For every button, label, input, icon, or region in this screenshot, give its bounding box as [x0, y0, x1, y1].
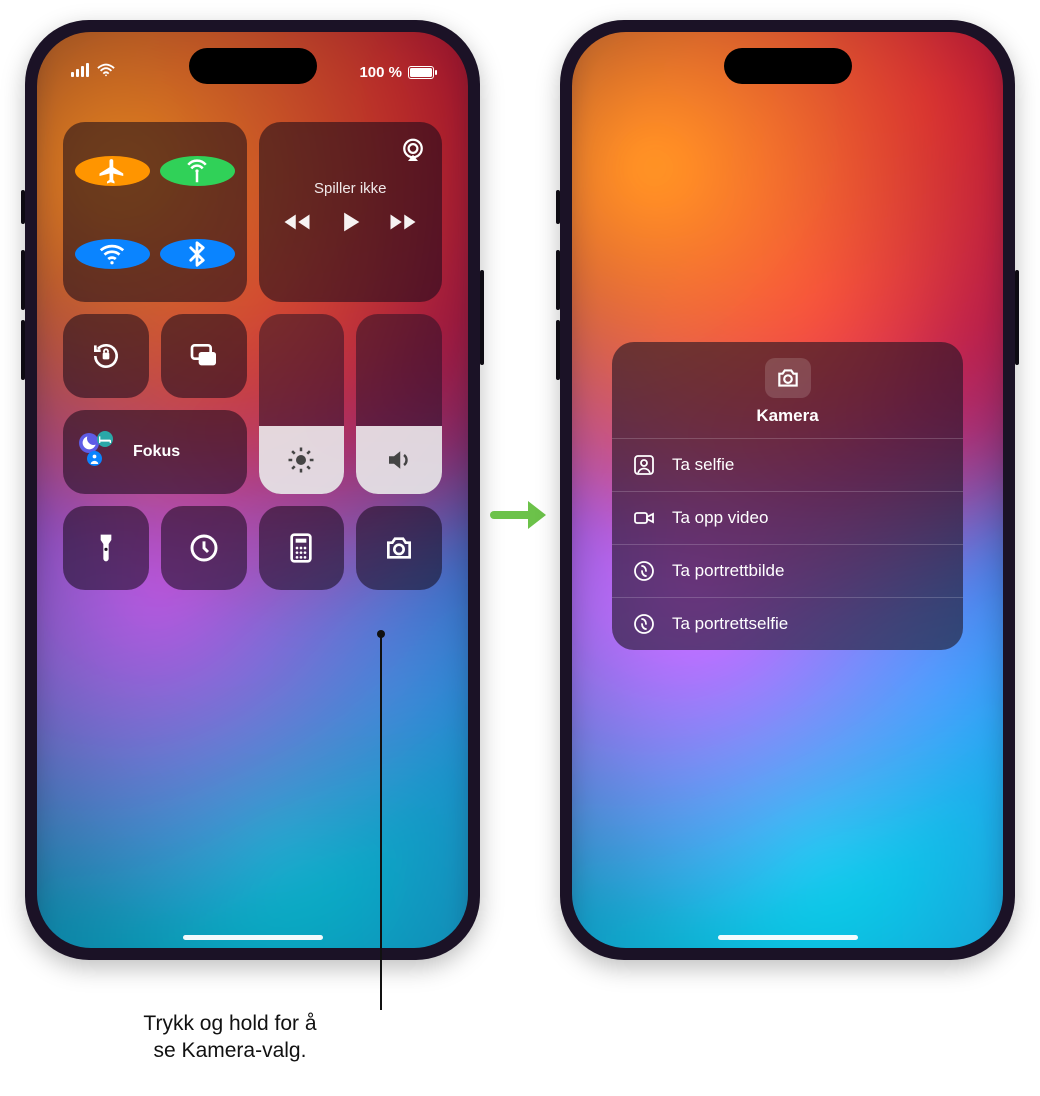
camera-menu-item-selfie[interactable]: Ta selfie — [612, 438, 963, 491]
camera-menu-title: Kamera — [756, 406, 818, 426]
brightness-slider[interactable] — [259, 314, 345, 494]
phone-side-button — [480, 270, 484, 365]
bluetooth-toggle[interactable] — [160, 239, 235, 269]
airplay-icon[interactable] — [398, 136, 428, 170]
aperture-icon — [632, 612, 656, 636]
camera-menu-item-portrait[interactable]: Ta portrettbilde — [612, 544, 963, 597]
cellular-signal-icon — [71, 63, 91, 81]
video-camera-icon — [632, 506, 656, 530]
connectivity-cluster — [63, 122, 247, 302]
volume-icon — [384, 445, 414, 475]
airplane-mode-toggle[interactable] — [75, 156, 150, 186]
volume-fill — [356, 426, 442, 494]
phone-side-button — [556, 250, 560, 310]
now-playing-tile[interactable]: Spiller ikke — [259, 122, 443, 302]
flashlight-button[interactable] — [63, 506, 149, 590]
transition-arrow — [490, 495, 550, 535]
focus-icons-cluster — [79, 431, 121, 473]
menu-item-label: Ta portrettbilde — [672, 561, 784, 581]
bluetooth-icon — [182, 239, 212, 269]
battery-icon — [408, 66, 434, 79]
phone-side-button — [21, 190, 25, 224]
wifi-status-icon — [97, 63, 115, 81]
calculator-button[interactable] — [259, 506, 345, 590]
camera-menu-item-portrait-selfie[interactable]: Ta portrettselfie — [612, 597, 963, 650]
callout-leader-line — [380, 634, 382, 1010]
rotation-lock-toggle[interactable] — [63, 314, 149, 398]
cellular-antenna-icon — [182, 156, 212, 186]
now-playing-label: Spiller ikke — [314, 180, 387, 197]
rotation-lock-icon — [90, 340, 122, 372]
camera-button[interactable] — [356, 506, 442, 590]
airplane-icon — [97, 156, 127, 186]
person-square-icon — [632, 453, 656, 477]
timer-button[interactable] — [161, 506, 247, 590]
play-button[interactable] — [336, 208, 364, 240]
wifi-toggle[interactable] — [75, 239, 150, 269]
media-controls — [282, 207, 418, 241]
phone-side-button — [1015, 270, 1019, 365]
phone-side-button — [556, 190, 560, 224]
screen-mirroring-icon — [188, 340, 220, 372]
person-icon — [87, 451, 102, 466]
menu-item-label: Ta portrettselfie — [672, 614, 788, 634]
iphone-mock-left: 100 % — [25, 20, 480, 960]
cellular-data-toggle[interactable] — [160, 156, 235, 186]
menu-item-label: Ta selfie — [672, 455, 734, 475]
phone-side-button — [556, 320, 560, 380]
focus-button[interactable]: Fokus — [63, 410, 247, 494]
menu-item-label: Ta opp video — [672, 508, 768, 528]
home-indicator[interactable] — [183, 935, 323, 940]
callout-line-2: se Kamera-valg. — [154, 1039, 307, 1062]
camera-menu-header: Kamera — [612, 342, 963, 438]
brightness-icon — [286, 445, 316, 475]
camera-context-menu: Kamera Ta selfie Ta opp video Ta portret… — [612, 342, 963, 650]
brightness-fill — [259, 426, 345, 494]
phone-side-button — [21, 320, 25, 380]
volume-slider[interactable] — [356, 314, 442, 494]
camera-icon — [383, 532, 415, 564]
timer-icon — [188, 532, 220, 564]
control-center: Spiller ikke — [63, 122, 442, 590]
next-track-button[interactable] — [388, 207, 418, 241]
callout-text: Trykk og hold for å se Kamera-valg. — [80, 1010, 380, 1065]
iphone-mock-right: Kamera Ta selfie Ta opp video Ta portret… — [560, 20, 1015, 960]
camera-menu-item-video[interactable]: Ta opp video — [612, 491, 963, 544]
camera-menu-icon-box — [765, 358, 811, 398]
aperture-icon — [632, 559, 656, 583]
focus-label: Fokus — [133, 443, 180, 461]
camera-icon — [775, 365, 801, 391]
wifi-icon — [97, 239, 127, 269]
callout-line-1: Trykk og hold for å — [143, 1012, 316, 1035]
home-indicator[interactable] — [718, 935, 858, 940]
flashlight-icon — [90, 532, 122, 564]
calculator-icon — [285, 532, 317, 564]
screen-mirroring-button[interactable] — [161, 314, 247, 398]
phone-side-button — [21, 250, 25, 310]
battery-percent: 100 % — [359, 64, 402, 81]
dynamic-island — [189, 48, 317, 84]
previous-track-button[interactable] — [282, 207, 312, 241]
dynamic-island — [724, 48, 852, 84]
